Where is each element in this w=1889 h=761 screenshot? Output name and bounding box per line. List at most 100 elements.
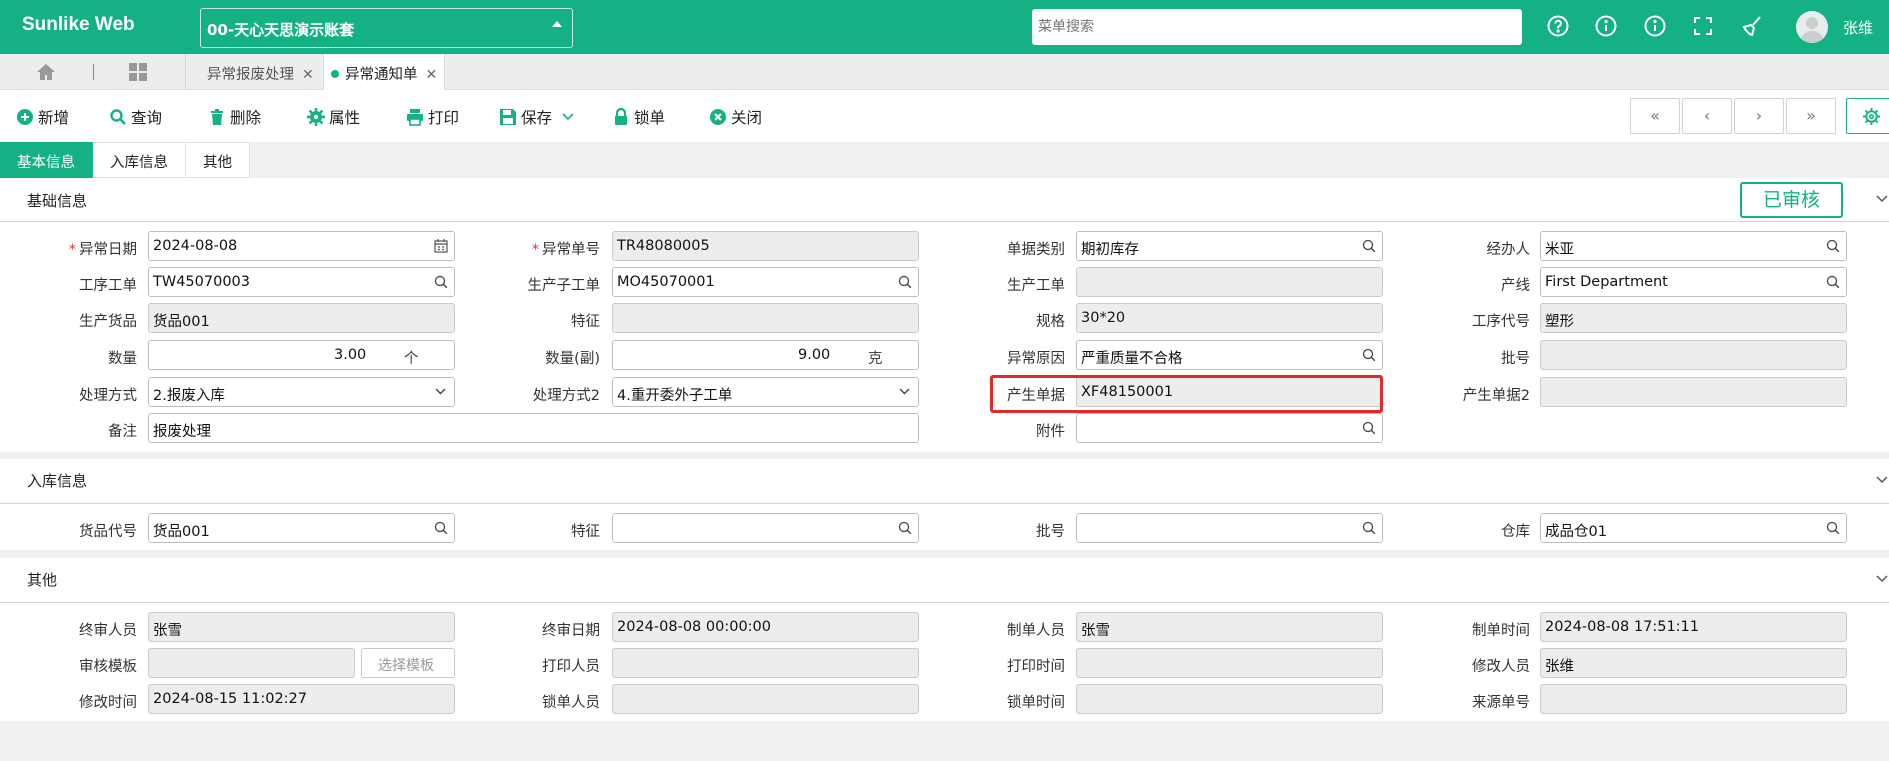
handler-field[interactable]: 米亚 [1540,231,1847,261]
locker-field[interactable] [612,684,919,714]
active-dot-icon [331,70,339,78]
goods-field[interactable]: 货品001 [148,303,455,333]
review-template-field[interactable] [148,648,355,678]
app-logo: Sunlike Web [22,14,135,35]
doc-type-field[interactable]: 期初库存 [1076,231,1383,261]
sub-order-field[interactable]: MO45070001 [612,267,919,297]
section-title: 入库信息 [27,472,88,490]
source-no-field[interactable] [1540,684,1847,714]
close-button[interactable]: 关闭 [709,106,762,128]
goods-code-field[interactable]: 货品001 [148,513,455,543]
process-code-field[interactable]: 塑形 [1540,303,1847,333]
modify-time-label: 修改时间 [79,695,137,711]
lock-button[interactable]: 锁单 [612,106,665,128]
prod-order-field[interactable] [1076,267,1383,297]
printer-field[interactable] [612,648,919,678]
search-icon[interactable] [898,521,912,535]
tab-inbound-info[interactable]: 入库信息 [93,142,186,178]
close-icon[interactable]: ✕ [302,67,314,83]
print-time-field[interactable] [1076,648,1383,678]
lock-icon [615,108,627,125]
search-icon[interactable] [1826,239,1840,253]
search-icon[interactable] [434,521,448,535]
method-select[interactable]: 2.报废入库 [148,377,455,407]
settings-button[interactable] [1846,98,1889,134]
info-icon[interactable] [1594,14,1618,38]
modify-time-field[interactable]: 2024-08-15 11:02:27 [148,684,455,714]
tab-label: 异常报废处理 [207,67,294,83]
qty-value: 3.00 [334,347,367,363]
abnormal-date-field[interactable]: 2024-08-08 [148,231,455,261]
print-button[interactable]: 打印 [406,106,459,128]
chevron-down-icon[interactable] [1876,476,1888,484]
warehouse-field[interactable]: 成品仓01 [1540,513,1847,543]
chevron-down-icon[interactable] [1876,195,1888,203]
account-selector[interactable]: 00-天心天思演示账套 [200,8,573,48]
reason-field[interactable]: 严重质量不合格 [1076,340,1383,370]
save-button[interactable]: 保存 [499,106,578,128]
batch-field[interactable] [1540,340,1847,370]
creator-field[interactable]: 张雪 [1076,612,1383,642]
search-icon[interactable] [1362,239,1376,253]
chevron-down-icon[interactable] [562,113,574,121]
lock-time-field[interactable] [1076,684,1383,714]
qty-field[interactable]: 3.00 个 [148,340,455,370]
tab-other[interactable]: 其他 [186,142,250,178]
menu-search-input[interactable] [1032,9,1522,45]
search-icon[interactable] [1826,521,1840,535]
final-date-field[interactable]: 2024-08-08 00:00:00 [612,612,919,642]
remark-field[interactable]: 报废处理 [148,413,919,443]
process-order-field[interactable]: TW45070003 [148,267,455,297]
feature-field[interactable] [612,303,919,333]
spec-field[interactable]: 30*20 [1076,303,1383,333]
status-badge: 已审核 [1740,182,1843,218]
search-icon[interactable] [1362,521,1376,535]
line-field[interactable]: First Department [1540,267,1847,297]
method2-select[interactable]: 4.重开委外子工单 [612,377,919,407]
search-icon[interactable] [1362,421,1376,435]
tab-abnormal-notice[interactable]: 异常通知单 ✕ [323,54,445,90]
close-circle-icon [710,109,726,125]
abnormal-no-field[interactable]: TR48080005 [612,231,919,261]
home-icon[interactable] [36,63,56,81]
qty2-field[interactable]: 9.00 克 [612,340,919,370]
avatar[interactable] [1796,11,1828,43]
process-code-label: 工序代号 [1472,314,1530,330]
clean-icon[interactable] [1740,14,1764,38]
properties-button[interactable]: 属性 [307,106,360,128]
tab-abnormal-scrap[interactable]: 异常报废处理 ✕ [207,54,314,90]
calendar-icon[interactable] [434,239,448,253]
add-button[interactable]: 新增 [16,106,69,128]
close-icon[interactable]: ✕ [426,67,438,83]
prev-record-button[interactable]: ‹ [1682,98,1732,134]
final-reviewer-field[interactable]: 张雪 [148,612,455,642]
grid-icon[interactable] [128,63,148,81]
query-button[interactable]: 查询 [109,106,162,128]
inbound-batch-field[interactable] [1076,513,1383,543]
review-template-label: 审核模板 [79,659,137,675]
search-icon[interactable] [1826,275,1840,289]
modifier-field[interactable]: 张维 [1540,648,1847,678]
chevron-down-icon[interactable] [1876,575,1888,583]
user-name[interactable]: 张维 [1843,17,1873,38]
highlight-box [990,375,1383,413]
gear-icon [1863,108,1880,125]
first-record-button[interactable]: « [1630,98,1680,134]
chevron-down-icon[interactable] [435,388,446,395]
search-icon[interactable] [898,275,912,289]
last-record-button[interactable]: » [1786,98,1836,134]
inbound-feature-field[interactable] [612,513,919,543]
fullscreen-icon[interactable] [1691,14,1715,38]
select-template-button[interactable]: 选择模板 [361,648,455,678]
attach-field[interactable] [1076,413,1383,443]
tab-basic-info[interactable]: 基本信息 [0,142,93,178]
search-icon[interactable] [434,275,448,289]
search-icon[interactable] [1362,348,1376,362]
create-time-field[interactable]: 2024-08-08 17:51:11 [1540,612,1847,642]
next-record-button[interactable]: › [1734,98,1784,134]
gen-doc2-field[interactable] [1540,377,1847,407]
chevron-down-icon[interactable] [899,388,910,395]
about-icon[interactable] [1643,14,1667,38]
help-icon[interactable] [1546,14,1570,38]
delete-button[interactable]: 删除 [208,106,261,128]
